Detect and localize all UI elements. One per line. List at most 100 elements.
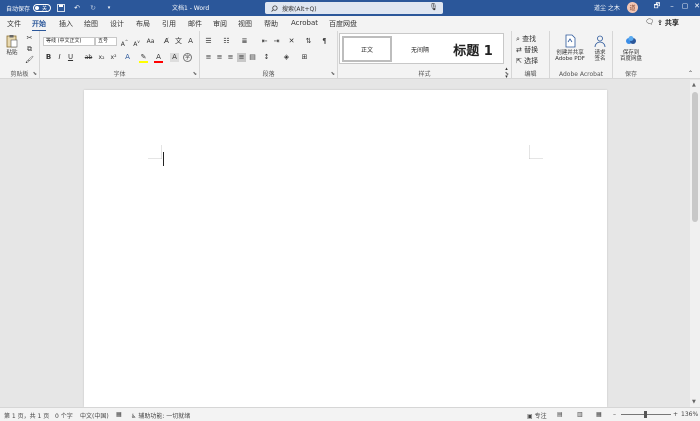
save-to-baidu-button[interactable]: 保存到 百度网盘 [616,34,646,62]
sort-icon[interactable]: ⇅ [304,37,313,46]
distributed-icon[interactable]: ▤ [248,53,257,62]
multilevel-list-icon[interactable]: ≣ [240,37,249,46]
tab-acrobat[interactable]: Acrobat [291,19,318,27]
collapse-ribbon-icon[interactable]: ⌃ [686,69,695,78]
bullets-icon[interactable]: ☰ [204,37,213,46]
style-normal[interactable]: 正文 [342,36,392,62]
document-page[interactable] [84,90,607,407]
copy-icon[interactable]: ⧉ [25,45,34,54]
style-no-spacing[interactable]: 无间隔 [395,36,445,62]
scroll-thumb[interactable] [692,92,698,222]
char-shading-icon[interactable]: A [170,53,179,62]
italic-icon[interactable]: I [55,53,64,62]
share-button[interactable]: ⇪ 共享 [657,18,679,28]
increase-indent-icon[interactable]: ⇥ [272,37,281,46]
clear-format-icon[interactable]: A̸ [162,37,171,46]
create-share-pdf-button[interactable]: 创建并共享 Adobe PDF [553,34,587,62]
tab-view[interactable]: 视图 [238,19,252,29]
zoom-in-icon[interactable]: + [673,411,678,418]
track-icon[interactable]: ▦ [116,411,122,418]
word-count[interactable]: 0 个字 [55,411,73,420]
vertical-scrollbar[interactable]: ▲ ▼ [690,80,700,407]
justify-icon[interactable]: ≡ [237,53,246,62]
phonetic-guide-icon[interactable]: 文 [174,37,183,46]
web-layout-icon[interactable]: ▦ [596,411,602,418]
autosave-toggle[interactable]: 关 [33,4,52,12]
change-case-icon[interactable]: Aa [146,37,155,46]
style-heading1[interactable]: 标题 1 [447,36,499,62]
cut-icon[interactable]: ✂ [25,34,34,43]
baidu-cloud-icon [626,36,636,44]
bold-icon[interactable]: B [44,53,53,62]
accessibility[interactable]: ♿ 辅助功能: 一切就绪 [131,411,190,420]
font-name-select[interactable]: 等线 (中文正文) [43,37,95,46]
align-right-icon[interactable]: ≡ [226,53,235,62]
user-name[interactable]: 道尘 之木 [594,3,620,12]
shrink-font-icon[interactable]: Av [132,37,141,48]
line-spacing-icon[interactable]: ↕ [262,53,271,62]
borders-icon[interactable]: ⊞ [300,53,309,62]
align-left-icon[interactable]: ≡ [204,53,213,62]
read-mode-icon[interactable]: ▤ [557,411,563,418]
zoom-out-icon[interactable]: – [613,411,616,418]
shading-icon[interactable]: ◈ [282,53,291,62]
tab-review[interactable]: 审阅 [213,19,227,29]
page-count[interactable]: 第 1 页，共 1 页 [4,411,49,420]
maximize-icon[interactable]: ▢ [679,2,691,10]
search-input[interactable]: 搜索(Alt+Q) 🎙 [265,2,443,14]
select-button[interactable]: ⇱ 选择 [516,57,538,65]
minimize-icon[interactable]: – [666,2,678,10]
paste-button[interactable]: 粘贴 [4,34,20,56]
scroll-down-icon[interactable]: ▼ [692,399,696,405]
tab-mailings[interactable]: 邮件 [188,19,202,29]
focus-button[interactable]: ▣ 专注 [527,411,547,420]
microphone-icon[interactable]: 🎙 [429,3,438,11]
decrease-indent-icon[interactable]: ⇤ [260,37,269,46]
tab-file[interactable]: 文件 [7,19,21,29]
chinese-layout-icon[interactable]: ✕ [287,37,296,46]
tab-baidu[interactable]: 百度网盘 [329,19,357,29]
align-center-icon[interactable]: ≡ [215,53,224,62]
tab-design[interactable]: 设计 [110,19,124,29]
zoom-slider-thumb[interactable] [644,411,647,418]
zoom-level[interactable]: 136% [681,411,698,418]
superscript-icon[interactable]: x² [109,53,118,62]
find-button[interactable]: ⌕ 查找 [516,35,536,43]
tab-insert[interactable]: 插入 [59,19,73,29]
tab-home[interactable]: 开始 [32,19,46,32]
request-signature-button[interactable]: 请求 签名 [589,34,611,62]
font-size-select[interactable]: 五号 [95,37,117,46]
replace-button[interactable]: ⇄ 替换 [516,46,538,54]
dialog-launcher-icon[interactable]: ⬊ [193,71,197,77]
customize-qat-icon[interactable]: ▾ [103,2,115,14]
comments-icon[interactable]: 🗨 [645,18,654,26]
grow-font-icon[interactable]: A^ [120,37,129,48]
dialog-launcher-icon[interactable]: ⬊ [331,71,335,77]
strikethrough-icon[interactable]: ab [84,53,93,62]
tab-help[interactable]: 帮助 [264,19,278,29]
ribbon-display-icon[interactable]: 🗗 [651,2,663,13]
scroll-up-icon[interactable]: ▲ [692,82,696,88]
tab-references[interactable]: 引用 [162,19,176,29]
print-layout-icon[interactable]: ▥ [577,411,583,418]
undo-icon[interactable]: ↶ [71,2,83,14]
tab-layout[interactable]: 布局 [136,19,150,29]
numbering-icon[interactable]: ☷ [222,37,231,46]
text-effects-icon[interactable]: A [123,53,132,62]
font-color-icon[interactable]: A [154,53,163,63]
char-border-icon[interactable]: A [186,37,195,46]
underline-icon[interactable]: U [66,53,75,62]
accessibility-icon: ♿ [131,413,137,420]
avatar[interactable]: 道 [627,2,638,13]
close-icon[interactable]: ✕ [691,2,700,10]
save-icon[interactable] [55,2,67,14]
dialog-launcher-icon[interactable]: ⬊ [33,71,37,77]
enclose-char-icon[interactable]: 字 [183,53,192,62]
show-marks-icon[interactable]: ¶ [320,37,329,46]
redo-icon[interactable]: ↻ [87,2,99,14]
format-painter-icon[interactable]: 🖌 [25,56,34,65]
tab-draw[interactable]: 绘图 [84,19,98,29]
subscript-icon[interactable]: x₂ [97,53,106,62]
language[interactable]: 中文(中国) [80,411,109,420]
highlight-icon[interactable]: ✎ [139,53,148,63]
